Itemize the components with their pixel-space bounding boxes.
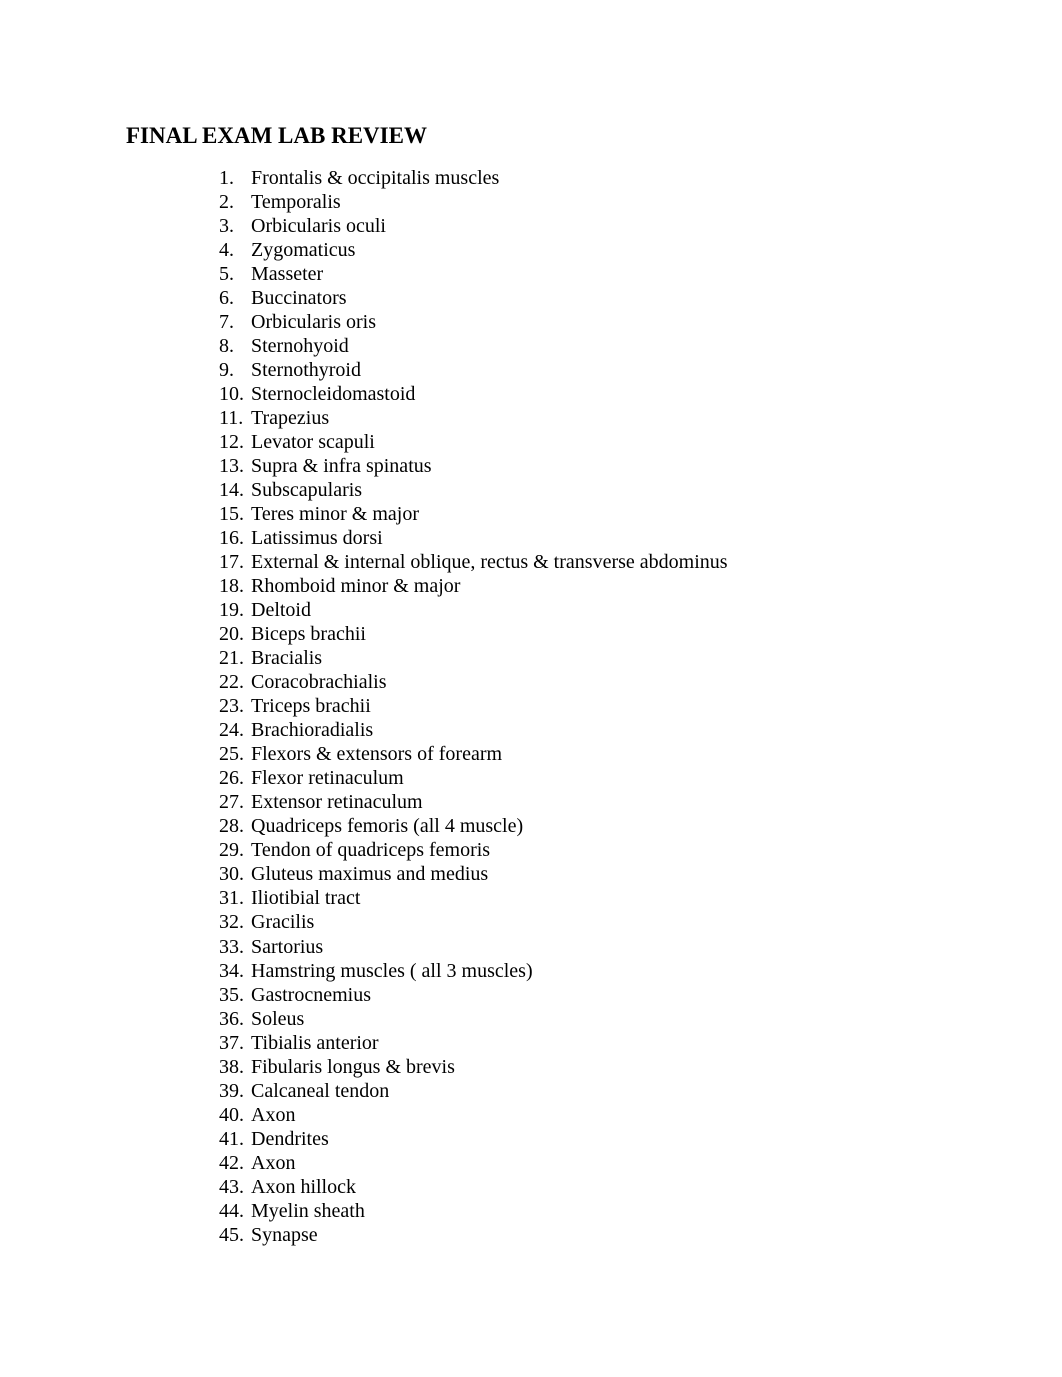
list-item-number: 9. [219, 359, 234, 382]
list-item-text: Supra & infra spinatus [251, 455, 432, 478]
list-item-text: Temporalis [251, 191, 341, 214]
list-item-text: Latissimus dorsi [251, 527, 383, 550]
list-item-number: 25. [219, 743, 244, 766]
list-item-text: Axon [251, 1151, 296, 1174]
list-item-number: 30. [219, 863, 244, 886]
list-item-text: Quadriceps femoris (all 4 muscle) [251, 815, 524, 838]
list-item-number: 42. [219, 1151, 244, 1174]
list-item-text: Sternohyoid [251, 335, 349, 358]
list-item-text: Sternocleidomastoid [251, 383, 416, 406]
list-item-text: Calcaneal tendon [251, 1079, 390, 1102]
list-item-text: Gastrocnemius [251, 983, 371, 1006]
list-item-text: Synapse [251, 1223, 318, 1246]
list-item-text: Teres minor & major [251, 503, 419, 526]
list-item-text: Myelin sheath [251, 1199, 365, 1222]
list-item-text: Deltoid [251, 599, 311, 622]
list-item-text: Triceps brachii [251, 695, 371, 718]
list-item-number: 22. [219, 671, 244, 694]
list-item-text: External & internal oblique, rectus & tr… [251, 551, 728, 574]
list-item-text: Subscapularis [251, 479, 363, 502]
list-item-number: 23. [219, 695, 244, 718]
list-item-text: Soleus [251, 1007, 305, 1030]
list-item-number: 34. [219, 959, 244, 982]
list-item-text: Buccinators [251, 287, 347, 310]
list-item-number: 13. [219, 455, 244, 478]
list-item-number: 8. [219, 335, 234, 358]
list-item-text: Flexors & extensors of forearm [251, 743, 503, 766]
list-item-text: Gracilis [251, 911, 315, 934]
list-item-number: 45. [219, 1223, 244, 1246]
list-item-text: Rhomboid minor & major [251, 575, 461, 598]
list-item-text: Extensor retinaculum [251, 791, 423, 814]
list-item-number: 37. [219, 1031, 244, 1054]
list-item-text: Sternothyroid [251, 359, 361, 382]
list-item-text: Sartorius [251, 935, 324, 958]
list-item-number: 35. [219, 983, 244, 1006]
list-item-number: 27. [219, 791, 244, 814]
list-item-number: 32. [219, 911, 244, 934]
list-item-number: 11. [219, 407, 244, 430]
list-item-text: Hamstring muscles ( all 3 muscles) [251, 959, 533, 982]
list-item-number: 43. [219, 1175, 244, 1198]
document-page: FINAL EXAM LAB REVIEW 1. Frontalis & occi… [0, 0, 1062, 1377]
list-item-text: Tibialis anterior [251, 1031, 379, 1054]
list-item-text: Brachioradialis [251, 719, 374, 742]
list-item-number: 44. [219, 1199, 244, 1222]
list-item-number: 39. [219, 1079, 244, 1102]
list-item-text: Frontalis & occipitalis muscles [251, 167, 500, 189]
list-item-number: 2. [219, 191, 234, 214]
list-item-text: Coracobrachialis [251, 671, 387, 694]
list-item-number: 3. [219, 215, 234, 238]
list-item-text: Axon [251, 1103, 296, 1126]
list-item-text: Masseter [251, 263, 324, 286]
list-item-text: Axon hillock [251, 1175, 356, 1198]
list-item-number: 33. [219, 935, 244, 958]
list-item-number: 38. [219, 1055, 244, 1078]
list-item-number: 15. [219, 503, 244, 526]
list-item-text: Flexor retinaculum [251, 767, 404, 790]
list-item-text: Bracialis [251, 647, 323, 670]
list-item-text: Orbicularis oris [251, 311, 376, 334]
list-item-number: 19. [219, 599, 244, 622]
list-item-number: 29. [219, 839, 244, 862]
list-item-number: 7. [219, 311, 234, 334]
list-item-number: 14. [219, 479, 244, 502]
list-item-number: 41. [219, 1127, 244, 1150]
list-item-number: 16. [219, 527, 244, 550]
list-item-text: Biceps brachii [251, 623, 366, 646]
list-item-text: Orbicularis oculi [251, 215, 386, 238]
list-item-number: 26. [219, 767, 244, 790]
list-item-text: Trapezius [251, 407, 330, 430]
list-item-text: Iliotibial tract [251, 887, 361, 910]
list-item-number: 18. [219, 575, 244, 598]
list-item-text: Dendrites [251, 1127, 329, 1150]
document-title: FINAL EXAM LAB REVIEW [126, 123, 427, 148]
list-item-number: 24. [219, 719, 244, 742]
list-item-number: 12. [219, 431, 244, 454]
list-item-number: 20. [219, 623, 244, 646]
list-item-number: 6. [219, 287, 234, 310]
list-item-number: 5. [219, 263, 234, 286]
list-item-number: 1. [219, 167, 234, 189]
list-item-text: Gluteus maximus and medius [251, 863, 489, 886]
list-item-number: 36. [219, 1007, 244, 1030]
list-item-number: 10. [219, 383, 244, 406]
list-item-number: 31. [219, 887, 244, 910]
list-item-text: Zygomaticus [251, 239, 356, 262]
list-item-text: Levator scapuli [251, 431, 375, 454]
list-item-text: Fibularis longus & brevis [251, 1055, 455, 1078]
list-item-number: 40. [219, 1103, 244, 1126]
list-item-number: 21. [219, 647, 244, 670]
list-item-text: Tendon of quadriceps femoris [251, 839, 491, 862]
list-item-number: 17. [219, 551, 244, 574]
list-item-number: 4. [219, 239, 234, 262]
list-item-number: 28. [219, 815, 244, 838]
